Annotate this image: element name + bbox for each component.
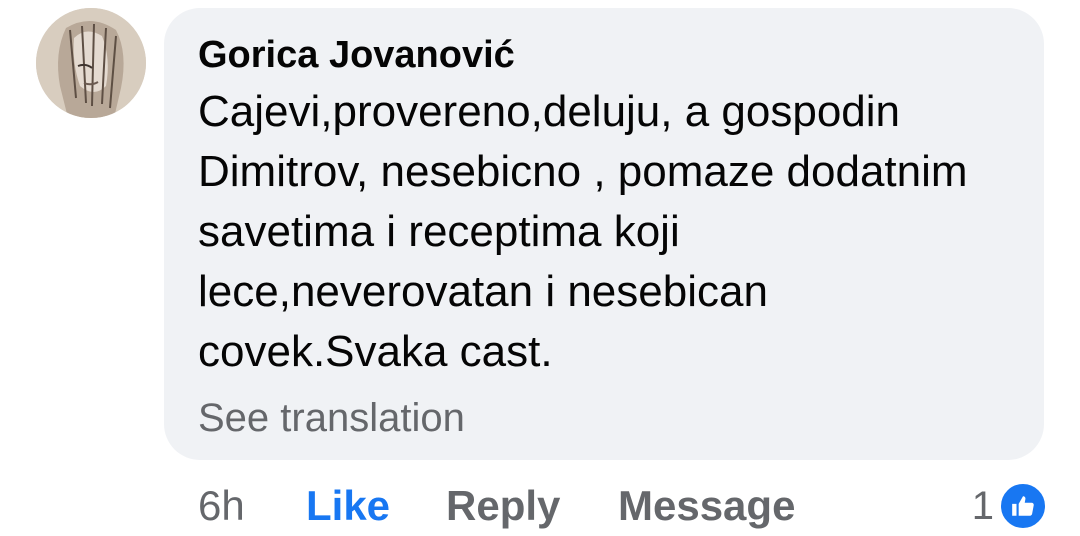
comment-text: Cajevi,provereno,deluju, a gospodin Dimi… [198, 87, 968, 376]
reply-button[interactable]: Reply [446, 478, 560, 534]
avatar-image [36, 8, 146, 118]
thumbs-up-icon [998, 481, 1048, 531]
see-translation-link[interactable]: See translation [198, 392, 465, 444]
comment-actions: 6h Like Reply Message [0, 478, 1080, 534]
comment-timestamp[interactable]: 6h [198, 478, 245, 534]
reaction-count: 1 [971, 483, 994, 528]
reaction-summary[interactable]: 1 [972, 478, 1048, 534]
comment-author[interactable]: Gorica Jovanović [198, 32, 1014, 78]
message-button[interactable]: Message [618, 478, 795, 534]
like-button[interactable]: Like [306, 478, 390, 534]
avatar[interactable] [36, 8, 146, 118]
comment-bubble: Gorica Jovanović Cajevi,provereno,deluju… [164, 8, 1044, 460]
